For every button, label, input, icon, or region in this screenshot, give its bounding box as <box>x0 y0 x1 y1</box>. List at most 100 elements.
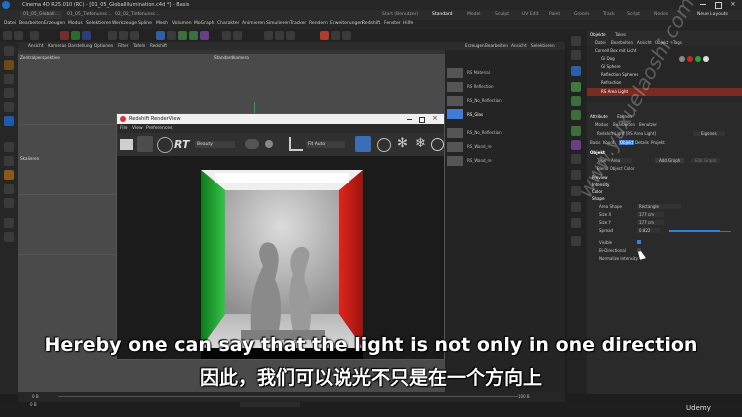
generator-icon[interactable] <box>571 110 581 120</box>
layout-tab-start[interactable]: Start (Benutzer) <box>382 11 418 19</box>
subtab-projekt[interactable]: Projekt <box>651 140 665 145</box>
rs-ipr-icon[interactable] <box>331 31 340 40</box>
mat-menu-selektieren[interactable]: Selektieren <box>531 43 555 48</box>
pen-icon[interactable] <box>167 31 176 40</box>
cube-icon[interactable] <box>571 66 581 76</box>
rs-render-icon[interactable] <box>320 31 329 40</box>
object-manager-icon[interactable] <box>571 36 581 46</box>
rotate-tool-icon[interactable] <box>4 60 14 70</box>
vp-menu-tafeln[interactable]: Tafeln <box>133 43 145 48</box>
menu-hilfe[interactable]: Hilfe <box>403 21 413 26</box>
edit-graph-button[interactable]: Edit Graph <box>691 158 721 163</box>
circle-icon[interactable] <box>431 138 444 151</box>
snowflake-alt-icon[interactable]: ❄ <box>415 136 426 151</box>
menu-simulieren[interactable]: Simulieren <box>266 21 290 26</box>
menu-bearbeiten[interactable]: Bearbeiten <box>19 21 44 26</box>
doc-tab-3[interactable]: 02_02_Tiefenunsc... <box>112 11 163 19</box>
live-select-icon[interactable] <box>4 74 14 84</box>
layout-tab-sculpt[interactable]: Sculpt <box>495 11 509 19</box>
vp-menu-redshift[interactable]: Redshift <box>150 43 167 48</box>
mat-menu-bearbeiten[interactable]: Bearbeiten <box>485 43 508 48</box>
minimize-icon[interactable] <box>407 119 412 120</box>
add-graph-button[interactable]: Add Graph <box>655 158 685 163</box>
timeline[interactable]: 0 B 100 B <box>18 392 565 402</box>
camera-icon[interactable] <box>571 202 581 212</box>
size-x-field[interactable]: 177 cm <box>637 212 665 217</box>
spread-field[interactable]: 0.822 <box>637 228 661 233</box>
material-name[interactable]: RS_Wand_re <box>467 158 492 163</box>
play-icon[interactable] <box>137 136 153 152</box>
workplane-icon[interactable] <box>286 31 295 40</box>
points-mode-icon[interactable] <box>4 142 14 152</box>
play-controls[interactable] <box>240 402 300 407</box>
sphere-icon[interactable] <box>571 82 581 92</box>
cloner-icon[interactable] <box>189 31 198 40</box>
render-view-icon[interactable] <box>108 31 117 40</box>
clapper-icon[interactable] <box>120 139 133 150</box>
attr-menu-benutzer[interactable]: Benutzer <box>639 122 657 127</box>
close-icon[interactable]: × <box>432 114 438 122</box>
render-icon[interactable] <box>119 31 128 40</box>
material-name[interactable]: RS Material <box>467 70 490 75</box>
grid-view-icon[interactable] <box>355 136 371 152</box>
timeline-track[interactable] <box>58 396 518 397</box>
spline-icon[interactable] <box>571 96 581 106</box>
maximize-icon[interactable] <box>419 117 425 123</box>
light-icon[interactable] <box>233 31 242 40</box>
menu-datei[interactable]: Datei <box>4 21 16 26</box>
color-picker-icon[interactable] <box>265 140 273 148</box>
uv-mode-icon[interactable] <box>4 184 14 194</box>
obj-menu-bearbeiten[interactable]: Bearbeiten <box>611 40 633 45</box>
render-image[interactable] <box>201 170 363 359</box>
material-swatch[interactable] <box>447 128 463 138</box>
menu-tracker[interactable]: Tracker <box>290 21 306 26</box>
menu-mograph[interactable]: MoGraph <box>194 21 214 26</box>
mat-menu-ansicht[interactable]: Ansicht <box>511 43 526 48</box>
menu-volumen[interactable]: Volumen <box>172 21 192 26</box>
rotate-icon[interactable] <box>4 102 14 112</box>
menu-fenster[interactable]: Fenster <box>384 21 401 26</box>
close-icon[interactable]: × <box>730 0 736 8</box>
layer-icon[interactable] <box>571 50 581 60</box>
menu-selektieren[interactable]: Selektieren <box>86 21 111 26</box>
layout-tab-groom[interactable]: Groom <box>574 11 589 19</box>
select-icon[interactable] <box>30 31 39 40</box>
material-swatch[interactable] <box>447 156 463 166</box>
transform-icon[interactable] <box>4 116 14 126</box>
area-shape-select[interactable]: Rectangle <box>637 204 681 209</box>
vp-menu-darstellung[interactable]: Darstellung <box>68 43 92 48</box>
tag-material-icon[interactable] <box>687 56 693 62</box>
field-icon[interactable] <box>571 154 581 164</box>
menu-redshift[interactable]: Redshift <box>362 21 380 26</box>
menu-mesh[interactable]: Mesh <box>156 21 168 26</box>
aov-select[interactable]: Beauty <box>195 141 235 148</box>
snapshot-icon[interactable] <box>377 138 391 152</box>
layout-tab-model[interactable]: Model <box>467 11 481 19</box>
menu-werkzeuge[interactable]: Werkzeuge <box>112 21 137 26</box>
attributes-tab[interactable]: Attribute <box>590 114 608 119</box>
axis-y-icon[interactable] <box>71 31 80 40</box>
camera-icon[interactable] <box>222 31 231 40</box>
crop-icon[interactable] <box>289 137 303 151</box>
mat-menu-erzeugen[interactable]: Erzeugen <box>465 43 485 48</box>
rv-menu-file[interactable]: File <box>120 126 128 131</box>
layout-tab-standard[interactable]: Standard <box>432 11 452 19</box>
light-icon[interactable] <box>571 218 581 228</box>
new-layouts-button[interactable]: Neue Layouts <box>697 11 728 19</box>
visible-checkbox[interactable] <box>637 240 641 244</box>
material-name[interactable]: RS_No_Reflection <box>467 98 502 103</box>
axis-x-icon[interactable] <box>60 31 69 40</box>
snap-icon[interactable] <box>264 31 273 40</box>
menu-erzeugen[interactable]: Erzeugen <box>44 21 65 26</box>
axis-z-icon[interactable] <box>82 31 91 40</box>
material-swatch[interactable] <box>447 82 463 92</box>
material-swatch-selected[interactable] <box>447 109 463 119</box>
material-swatch[interactable] <box>447 96 463 106</box>
polygons-mode-icon[interactable] <box>4 170 14 180</box>
doc-tab-1[interactable]: 01_05_GlobalI... <box>20 11 62 19</box>
snowflake-icon[interactable]: ✻ <box>397 136 408 151</box>
menu-animieren[interactable]: Animieren <box>242 21 265 26</box>
subdivision-icon[interactable] <box>178 31 187 40</box>
maximize-icon[interactable] <box>715 2 722 9</box>
material-name[interactable]: RS_Wand_re <box>467 144 492 149</box>
